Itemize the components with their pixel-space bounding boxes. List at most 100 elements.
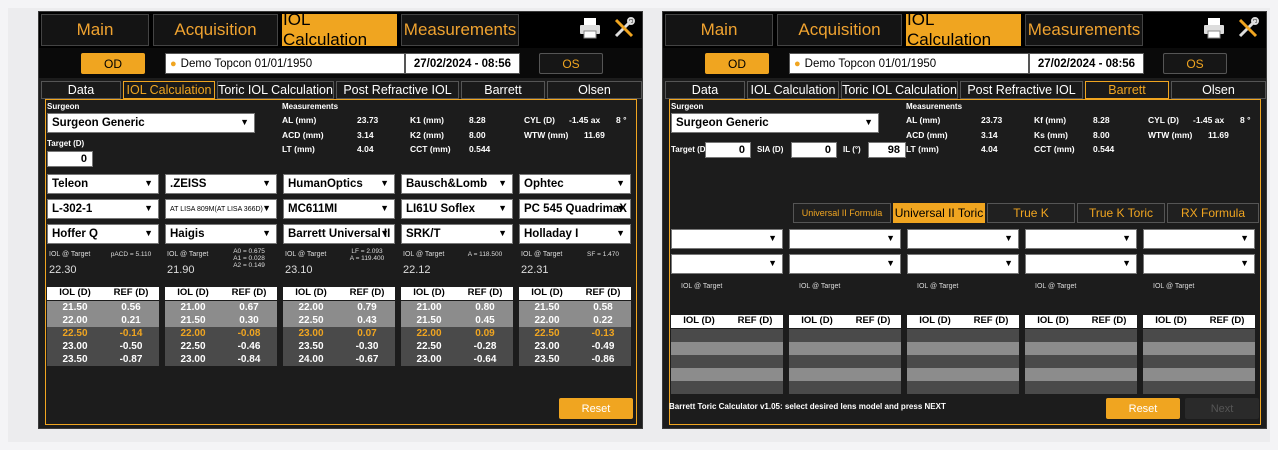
- tab-iol-calculation[interactable]: IOL Calculation: [747, 81, 839, 99]
- tab-olsen[interactable]: Olsen: [547, 81, 642, 99]
- table-row[interactable]: 21.50 0.56: [47, 301, 159, 314]
- table-row[interactable]: [1025, 342, 1137, 355]
- table-row[interactable]: 22.50 -0.46: [165, 340, 277, 353]
- manufacturer-select[interactable]: Bausch&Lomb ▼: [401, 174, 513, 194]
- tab-rx-formula[interactable]: RX Formula: [1167, 203, 1259, 223]
- tab-true-k-toric[interactable]: True K Toric: [1077, 203, 1165, 223]
- table-row[interactable]: [671, 329, 783, 342]
- surgeon-select[interactable]: Surgeon Generic ▼: [47, 113, 255, 133]
- il-input[interactable]: 98: [868, 142, 906, 158]
- nav-iol-calculation[interactable]: IOL Calculation: [906, 12, 1021, 49]
- table-row[interactable]: [1143, 329, 1255, 342]
- formula-select[interactable]: Holladay I ▼: [519, 224, 631, 244]
- table-row[interactable]: 22.00 0.79: [283, 301, 395, 314]
- table-row[interactable]: 23.00 -0.50: [47, 340, 159, 353]
- table-row[interactable]: [907, 381, 1019, 394]
- os-button[interactable]: OS: [539, 53, 603, 74]
- manufacturer-select[interactable]: .ZEISS ▼: [165, 174, 277, 194]
- tab-post-refractive[interactable]: Post Refractive IOL: [960, 81, 1083, 99]
- lens-model-select[interactable]: ▼: [789, 229, 901, 249]
- surgeon-select[interactable]: Surgeon Generic ▼: [671, 113, 879, 133]
- table-row[interactable]: 23.50 -0.30: [283, 340, 395, 353]
- tab-barrett[interactable]: Barrett: [1085, 81, 1169, 99]
- sia-input[interactable]: 0: [791, 142, 837, 158]
- formula-select[interactable]: Barrett Universal II ▼: [283, 224, 395, 244]
- lens-model-select[interactable]: AT LISA 809M(AT LISA 366D) ▼: [165, 199, 277, 219]
- lens-model-select[interactable]: PC 545 QuadrimaX ▼: [519, 199, 631, 219]
- next-button[interactable]: Next: [1185, 398, 1259, 419]
- nav-main[interactable]: Main: [41, 14, 149, 46]
- table-row[interactable]: [1025, 368, 1137, 381]
- manufacturer-select[interactable]: Ophtec ▼: [519, 174, 631, 194]
- nav-measurements[interactable]: Measurements: [401, 14, 519, 46]
- od-button[interactable]: OD: [705, 53, 769, 74]
- table-row[interactable]: 22.00 0.21: [47, 314, 159, 327]
- formula-select[interactable]: Hoffer Q ▼: [47, 224, 159, 244]
- formula-select[interactable]: ▼: [671, 254, 783, 274]
- nav-iol-calculation[interactable]: IOL Calculation: [282, 12, 397, 49]
- lens-model-select[interactable]: MC611MI ▼: [283, 199, 395, 219]
- tab-true-k[interactable]: True K: [987, 203, 1075, 223]
- tab-toric-iol[interactable]: Toric IOL Calculation: [217, 81, 334, 99]
- nav-main[interactable]: Main: [665, 14, 773, 46]
- table-row[interactable]: [1143, 381, 1255, 394]
- table-row[interactable]: [907, 368, 1019, 381]
- lens-model-select[interactable]: ▼: [671, 229, 783, 249]
- lens-model-select[interactable]: ▼: [1025, 229, 1137, 249]
- target-input[interactable]: 0: [47, 151, 93, 167]
- table-row[interactable]: [671, 342, 783, 355]
- tab-data[interactable]: Data: [665, 81, 745, 99]
- table-row[interactable]: 23.00 -0.64: [401, 353, 513, 366]
- formula-select[interactable]: ▼: [789, 254, 901, 274]
- table-row[interactable]: [907, 342, 1019, 355]
- manufacturer-select[interactable]: HumanOptics ▼: [283, 174, 395, 194]
- table-row[interactable]: 22.50 -0.14: [47, 327, 159, 340]
- table-row[interactable]: [671, 381, 783, 394]
- table-row[interactable]: [789, 355, 901, 368]
- table-row[interactable]: [1143, 368, 1255, 381]
- os-button[interactable]: OS: [1163, 53, 1227, 74]
- formula-select[interactable]: ▼: [907, 254, 1019, 274]
- table-row[interactable]: 22.50 0.43: [283, 314, 395, 327]
- table-row[interactable]: 23.00 -0.84: [165, 353, 277, 366]
- table-row[interactable]: 23.50 -0.86: [519, 353, 631, 366]
- table-row[interactable]: 21.00 0.67: [165, 301, 277, 314]
- tab-iol-calculation[interactable]: IOL Calculation: [123, 81, 215, 99]
- tab-olsen[interactable]: Olsen: [1171, 81, 1266, 99]
- table-row[interactable]: 24.00 -0.67: [283, 353, 395, 366]
- table-row[interactable]: 21.00 0.80: [401, 301, 513, 314]
- patient-field[interactable]: ● Demo Topcon 01/01/1950: [789, 53, 1029, 74]
- lens-model-select[interactable]: ▼: [907, 229, 1019, 249]
- manufacturer-select[interactable]: Teleon ▼: [47, 174, 159, 194]
- table-row[interactable]: 23.00 -0.49: [519, 340, 631, 353]
- table-row[interactable]: [789, 381, 901, 394]
- table-row[interactable]: [1025, 381, 1137, 394]
- tab-universal-ii-formula[interactable]: Universal II Formula: [793, 203, 891, 223]
- tools-icon[interactable]: [1236, 16, 1260, 40]
- table-row[interactable]: [789, 368, 901, 381]
- table-row[interactable]: [1143, 342, 1255, 355]
- table-row[interactable]: 21.50 0.58: [519, 301, 631, 314]
- table-row[interactable]: [671, 368, 783, 381]
- printer-icon[interactable]: [578, 17, 602, 39]
- formula-select[interactable]: Haigis ▼: [165, 224, 277, 244]
- nav-acquisition[interactable]: Acquisition: [777, 14, 902, 46]
- table-row[interactable]: [907, 355, 1019, 368]
- table-row[interactable]: [1025, 329, 1137, 342]
- tab-universal-ii-toric[interactable]: Universal II Toric: [893, 203, 985, 223]
- table-row[interactable]: 22.00 0.09: [401, 327, 513, 340]
- tab-post-refractive[interactable]: Post Refractive IOL: [336, 81, 459, 99]
- formula-select[interactable]: SRK/T ▼: [401, 224, 513, 244]
- table-row[interactable]: 22.50 -0.13: [519, 327, 631, 340]
- table-row[interactable]: 21.50 0.30: [165, 314, 277, 327]
- table-row[interactable]: 22.00 -0.08: [165, 327, 277, 340]
- lens-model-select[interactable]: LI61U Soflex ▼: [401, 199, 513, 219]
- printer-icon[interactable]: [1202, 17, 1226, 39]
- table-row[interactable]: 23.00 0.07: [283, 327, 395, 340]
- nav-measurements[interactable]: Measurements: [1025, 14, 1143, 46]
- tab-barrett[interactable]: Barrett: [461, 81, 545, 99]
- lens-model-select[interactable]: L-302-1 ▼: [47, 199, 159, 219]
- tools-icon[interactable]: [612, 16, 636, 40]
- reset-button[interactable]: Reset: [1106, 398, 1180, 419]
- reset-button[interactable]: Reset: [559, 398, 633, 419]
